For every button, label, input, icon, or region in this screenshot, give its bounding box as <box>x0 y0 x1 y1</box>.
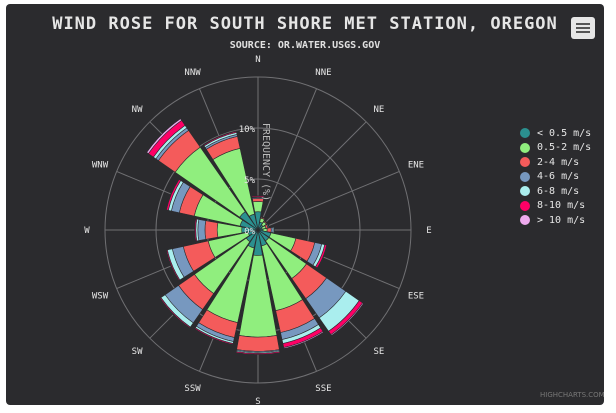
direction-label: ENE <box>408 161 424 171</box>
direction-label: SSW <box>184 384 201 394</box>
radial-tick-label: 10% <box>239 125 256 135</box>
wind-rose-plot: N NNE NE ENE E ESE SE SSE S SSW SW WSW W WNW NW NNW 0% 5%… <box>84 55 431 407</box>
wedge-E-series-4[interactable] <box>272 226 275 234</box>
direction-label: W <box>84 226 90 236</box>
wedge-W-series-3[interactable] <box>197 219 207 241</box>
direction-label: WSW <box>92 291 109 301</box>
direction-label: NNE <box>315 68 331 78</box>
direction-label: SE <box>373 347 384 357</box>
direction-label: SSE <box>315 384 331 394</box>
axis-title: FREQUENCY (%) <box>260 123 271 201</box>
grid-spoke <box>257 121 367 231</box>
wedge-E-series-2[interactable] <box>266 227 272 233</box>
direction-label: ESE <box>408 291 424 301</box>
wedge-W-series-2[interactable] <box>204 220 219 240</box>
wedge-S-series-2[interactable] <box>236 335 280 352</box>
direction-label: S <box>255 397 260 407</box>
direction-label: NNW <box>184 68 201 78</box>
direction-label: E <box>426 226 431 236</box>
direction-label: WNW <box>92 161 109 171</box>
grid-spoke <box>257 170 400 231</box>
radial-tick-label: 5% <box>244 176 255 186</box>
wedge-N-series-1[interactable] <box>252 201 264 213</box>
direction-label: NW <box>132 105 143 115</box>
direction-label: SW <box>132 347 143 357</box>
direction-label: NE <box>373 105 384 115</box>
direction-label: N <box>255 55 260 65</box>
radial-tick-label: 0% <box>244 227 255 237</box>
